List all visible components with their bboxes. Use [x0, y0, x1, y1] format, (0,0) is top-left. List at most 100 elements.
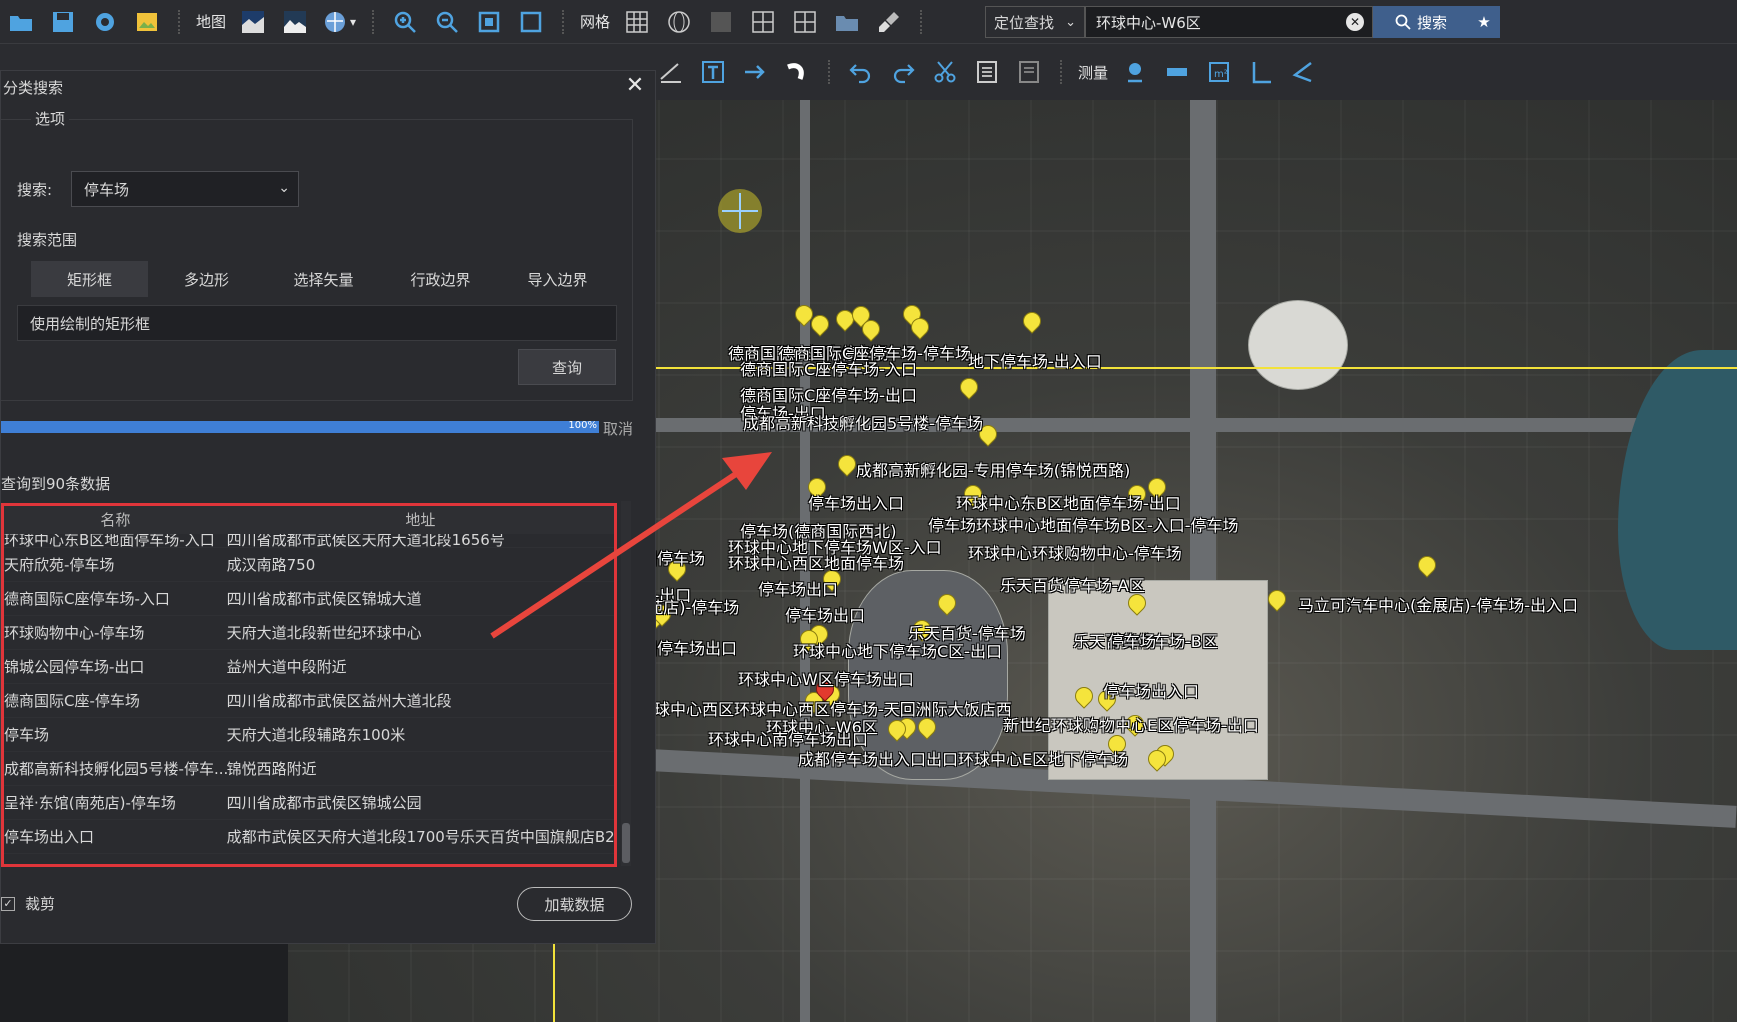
zoom-in-icon[interactable]	[390, 7, 420, 37]
search-category-select[interactable]: 停车场 ⌄	[71, 171, 299, 207]
map-label[interactable]: 成都停车场出入口出口环球中心E区地下停车场	[798, 746, 1128, 770]
open-folder-icon[interactable]	[6, 7, 36, 37]
clear-input-icon[interactable]: ✕	[1346, 13, 1364, 31]
map-marker-icon[interactable]	[836, 310, 852, 332]
map-label[interactable]: 成都高新孵化园-专用停车场(锦悦西路)	[856, 457, 1130, 481]
map-label[interactable]: 新世纪环球购物中心E区停车场-出口	[1003, 712, 1259, 736]
mgrs-grid-icon[interactable]	[790, 7, 820, 37]
map-label[interactable]: 停车场环球中心地面停车场B区-入口-停车场	[928, 512, 1239, 536]
map-marker-icon[interactable]	[1418, 556, 1434, 578]
map-marker-icon[interactable]	[838, 455, 854, 477]
zoom-out-icon[interactable]	[432, 7, 462, 37]
clip-checkbox[interactable]: ✓ 裁剪	[1, 893, 55, 914]
map-label[interactable]: 停车场出口	[785, 602, 865, 626]
globe-map-icon[interactable]: ▾	[322, 7, 356, 37]
distance-ruler-icon[interactable]	[1162, 57, 1192, 87]
cancel-link[interactable]: 取消	[603, 418, 633, 439]
km-grid-icon[interactable]	[706, 7, 736, 37]
map-label[interactable]: 停车场出入口	[808, 490, 904, 514]
grid-icon[interactable]	[622, 7, 652, 37]
map-marker-icon[interactable]	[960, 378, 976, 400]
latlng-grid-icon[interactable]	[664, 7, 694, 37]
header-name[interactable]: 名称	[4, 506, 227, 534]
map-marker-icon[interactable]	[811, 315, 827, 337]
map-label[interactable]: 停车场出口	[758, 576, 838, 600]
table-row[interactable]: 环球中心东B区地面停车场-入口 四川省成都市武侯区天府大道北段1656号	[4, 534, 614, 548]
map-label[interactable]: 环球中心W区停车场出口	[738, 666, 914, 690]
map-label[interactable]: 德商国际C座停车场-入口	[740, 356, 917, 380]
table-row[interactable]: 环球购物中心-停车场 天府大道北段新世纪环球中心	[4, 616, 614, 650]
redo-icon[interactable]	[888, 57, 918, 87]
header-address[interactable]: 地址	[227, 506, 614, 534]
table-row[interactable]: 停车场出入口 成都市武侯区天府大道北段1700号乐天百货中国旗舰店B2	[4, 820, 614, 854]
folder-grid-icon[interactable]	[832, 7, 862, 37]
map-marker-icon[interactable]	[918, 718, 934, 740]
favorite-button[interactable]: ★	[1468, 6, 1500, 38]
table-row[interactable]: 锦城公园停车场-出口 益州大道中段附近	[4, 650, 614, 684]
map-label[interactable]: 环球中心地下停车场C区-出口	[793, 638, 1002, 662]
line-style-icon[interactable]	[656, 57, 686, 87]
undo-icon[interactable]	[846, 57, 876, 87]
select-all-icon[interactable]	[972, 57, 1002, 87]
table-row[interactable]: 天府欣苑-停车场 成汉南路750	[4, 548, 614, 582]
map-marker-icon[interactable]	[1023, 312, 1039, 334]
tab-polygon[interactable]: 多边形	[148, 261, 265, 297]
clear-brush-icon[interactable]	[874, 7, 904, 37]
search-button[interactable]: 搜索	[1373, 6, 1469, 38]
table-row[interactable]: 成都高新科技孵化园5号楼-停车... 锦悦西路附近	[4, 752, 614, 786]
scrollbar-thumb[interactable]	[622, 823, 630, 863]
tab-import-boundary[interactable]: 导入边界	[499, 261, 616, 297]
checkbox-icon[interactable]: ✓	[1, 896, 15, 911]
satellite-map-icon[interactable]	[238, 7, 268, 37]
map-label[interactable]: 环球中心环球购物中心-停车场	[968, 540, 1182, 564]
zoom-extent-icon[interactable]	[474, 7, 504, 37]
location-pin-icon[interactable]	[1120, 57, 1150, 87]
map-marker-icon[interactable]	[938, 594, 954, 616]
nm-grid-icon[interactable]	[748, 7, 778, 37]
table-row[interactable]: 呈祥·东馆(南苑店)-停车场 四川省成都市武侯区锦城公园	[4, 786, 614, 820]
area-measure-icon[interactable]: m²	[1204, 57, 1234, 87]
tab-select-vector[interactable]: 选择矢量	[265, 261, 382, 297]
text-tool-icon[interactable]	[698, 57, 728, 87]
map-marker-icon[interactable]	[911, 318, 927, 340]
load-data-button[interactable]: 加载数据	[517, 887, 632, 921]
table-row[interactable]: 德商国际C座停车场-入口 四川省成都市武侯区锦城大道	[4, 582, 614, 616]
save-icon[interactable]	[48, 7, 78, 37]
map-label[interactable]: 环球中心东B区地面停车场-出口	[956, 490, 1181, 514]
query-button[interactable]: 查询	[518, 349, 616, 385]
close-icon[interactable]: ✕	[623, 75, 647, 99]
terrain-map-icon[interactable]	[280, 7, 310, 37]
table-row[interactable]: 德商国际C座-停车场 四川省成都市武侯区益州大道北段	[4, 684, 614, 718]
height-measure-icon[interactable]	[1246, 57, 1276, 87]
locate-mode-select[interactable]: 定位查找 ⌄	[985, 6, 1085, 38]
curve-arrow-tool-icon[interactable]	[782, 57, 812, 87]
map-marker-icon[interactable]	[1075, 687, 1091, 709]
crosshair-icon[interactable]	[718, 189, 762, 233]
tab-rectangle[interactable]: 矩形框	[31, 261, 148, 297]
full-screen-icon[interactable]	[516, 7, 546, 37]
map-building	[1248, 300, 1348, 390]
tab-admin-boundary[interactable]: 行政边界	[382, 261, 499, 297]
map-marker-icon[interactable]	[888, 720, 904, 742]
map-marker-icon[interactable]	[1268, 590, 1284, 612]
table-row[interactable]: 停车场 天府大道北段辅路东100米	[4, 718, 614, 752]
image-icon[interactable]	[132, 7, 162, 37]
map-label[interactable]: 地下停车场-出入口	[968, 348, 1102, 372]
map-label[interactable]: 成都高新科技孵化园5号楼-停车场	[743, 410, 983, 434]
scissors-icon[interactable]	[930, 57, 960, 87]
map-label[interactable]: 环球中心西区地面停车场	[728, 550, 904, 574]
map-marker-icon[interactable]	[795, 305, 811, 327]
map-label[interactable]: 停车场	[1108, 628, 1156, 652]
map-label[interactable]: 停车场出入口	[1103, 678, 1199, 702]
gear-icon[interactable]	[90, 7, 120, 37]
arrow-tool-icon[interactable]	[740, 57, 770, 87]
map-label[interactable]: 乐天百货停车场-A区	[1000, 572, 1145, 596]
map-marker-icon[interactable]	[1148, 750, 1164, 772]
map-marker-icon[interactable]	[1128, 594, 1144, 616]
map-marker-icon[interactable]	[862, 320, 878, 342]
layer-list-icon[interactable]	[1014, 57, 1044, 87]
angle-measure-icon[interactable]	[1288, 57, 1318, 87]
locate-input[interactable]: 环球中心-W6区 ✕	[1085, 6, 1373, 38]
map-label[interactable]: 马立可汽车中心(金展店)-停车场-出入口	[1298, 592, 1578, 616]
table-scrollbar[interactable]	[621, 501, 631, 866]
